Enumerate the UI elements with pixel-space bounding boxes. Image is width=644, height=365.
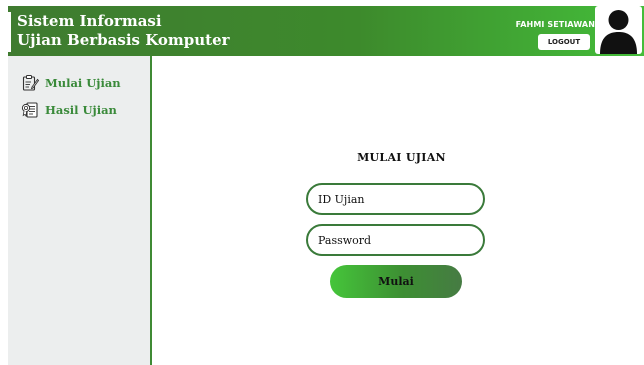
app-title-line-1: Sistem Informasi	[17, 12, 162, 30]
app-title: Sistem Informasi Ujian Berbasis Komputer	[17, 12, 230, 50]
sidebar: Mulai Ujian Hasil Ujian	[8, 56, 152, 365]
logout-button[interactable]: LOGOUT	[538, 34, 590, 50]
sidebar-item-label: Hasil Ujian	[45, 103, 117, 117]
app-window: Sistem Informasi Ujian Berbasis Komputer…	[8, 6, 644, 365]
sidebar-item-label: Mulai Ujian	[45, 76, 121, 90]
title-accent-bar	[8, 12, 11, 52]
exam-clipboard-icon	[22, 75, 39, 91]
sidebar-item-mulai-ujian[interactable]: Mulai Ujian	[21, 73, 121, 93]
avatar[interactable]	[595, 6, 642, 54]
start-exam-button[interactable]: Mulai	[330, 265, 462, 298]
sidebar-item-hasil-ujian[interactable]: Hasil Ujian	[21, 100, 117, 120]
exam-id-input[interactable]	[306, 183, 485, 215]
form-title: MULAI UJIAN	[357, 151, 446, 164]
user-silhouette-icon	[600, 10, 637, 54]
password-input[interactable]	[306, 224, 485, 256]
header-bar: Sistem Informasi Ujian Berbasis Komputer…	[8, 6, 644, 56]
app-title-line-2: Ujian Berbasis Komputer	[17, 31, 230, 49]
user-name: FAHMI SETIAWAN	[515, 20, 595, 29]
results-document-icon	[21, 102, 38, 118]
